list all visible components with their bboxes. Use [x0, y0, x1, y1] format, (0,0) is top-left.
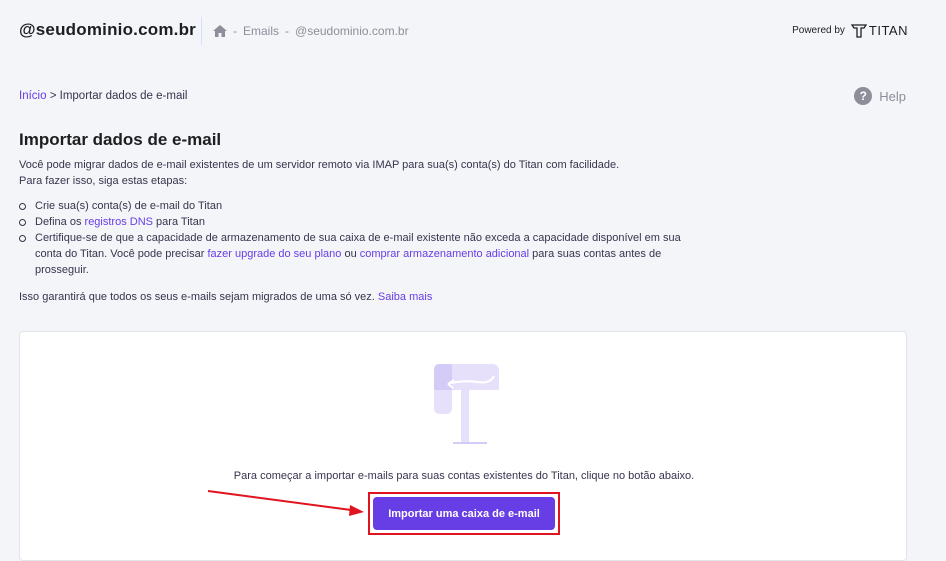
- powered-by: Powered by TITAN: [792, 23, 908, 38]
- dns-records-link[interactable]: registros DNS: [85, 216, 153, 228]
- step-2-prefix: Defina os: [35, 216, 85, 228]
- page-title: Importar dados de e-mail: [19, 130, 222, 149]
- help-label[interactable]: Help: [879, 89, 906, 104]
- breadcrumb-home-link[interactable]: Início: [19, 90, 47, 102]
- card-instruction: Para começar a importar e-mails para sua…: [233, 470, 695, 482]
- breadcrumb-separator: >: [49, 90, 57, 102]
- mailbox-icon: [434, 364, 499, 444]
- top-bar: @seudominio.com.br - Emails - @seudomini…: [0, 0, 946, 64]
- home-icon[interactable]: [213, 25, 227, 37]
- header-breadcrumb-separator: -: [233, 24, 237, 38]
- titan-logo-icon: [850, 23, 867, 38]
- intro-line-1: Você pode migrar dados de e-mail existen…: [19, 159, 620, 171]
- titan-logo: TITAN: [850, 23, 908, 38]
- step-2-suffix: para Titan: [153, 216, 205, 228]
- annotation-arrow-icon: [207, 490, 364, 516]
- step-item: Defina os registros DNS para Titan: [19, 214, 699, 230]
- header-breadcrumb: - Emails - @seudominio.com.br: [213, 24, 409, 38]
- help-icon[interactable]: ?: [854, 87, 873, 105]
- upgrade-plan-link[interactable]: fazer upgrade do seu plano: [207, 248, 341, 260]
- outro-text: Isso garantirá que todos os seus e-mails…: [19, 291, 432, 303]
- intro-line-2: Para fazer isso, siga estas etapas:: [19, 175, 188, 187]
- breadcrumb: Início > Importar dados de e-mail: [19, 90, 187, 102]
- import-card: Para começar a importar e-mails para sua…: [19, 331, 907, 561]
- step-1-text: Crie sua(s) conta(s) de e-mail do Titan: [35, 200, 223, 212]
- header-breadcrumb-separator: -: [285, 24, 290, 38]
- powered-by-label: Powered by: [792, 25, 845, 36]
- help-button[interactable]: ? Help: [854, 87, 906, 105]
- learn-more-link[interactable]: Saiba mais: [378, 291, 432, 303]
- intro-text: Você pode migrar dados de e-mail existen…: [19, 157, 699, 189]
- step-3-mid: ou: [341, 248, 360, 260]
- outro-sentence: Isso garantirá que todos os seus e-mails…: [19, 291, 378, 303]
- import-mailbox-button[interactable]: Importar uma caixa de e-mail: [373, 497, 555, 530]
- header-divider: [201, 17, 202, 45]
- domain-title: @seudominio.com.br: [19, 20, 196, 39]
- step-item: Certifique-se de que a capacidade de arm…: [19, 230, 699, 278]
- buy-storage-link[interactable]: comprar armazenamento adicional: [360, 248, 529, 260]
- steps-list: Crie sua(s) conta(s) de e-mail do Titan …: [19, 198, 699, 278]
- breadcrumb-current: Importar dados de e-mail: [59, 90, 188, 102]
- header-breadcrumb-account: @seudominio.com.br: [295, 24, 409, 38]
- header-breadcrumb-section[interactable]: Emails: [243, 24, 279, 38]
- step-item: Crie sua(s) conta(s) de e-mail do Titan: [19, 198, 699, 214]
- titan-logo-text: TITAN: [868, 23, 908, 38]
